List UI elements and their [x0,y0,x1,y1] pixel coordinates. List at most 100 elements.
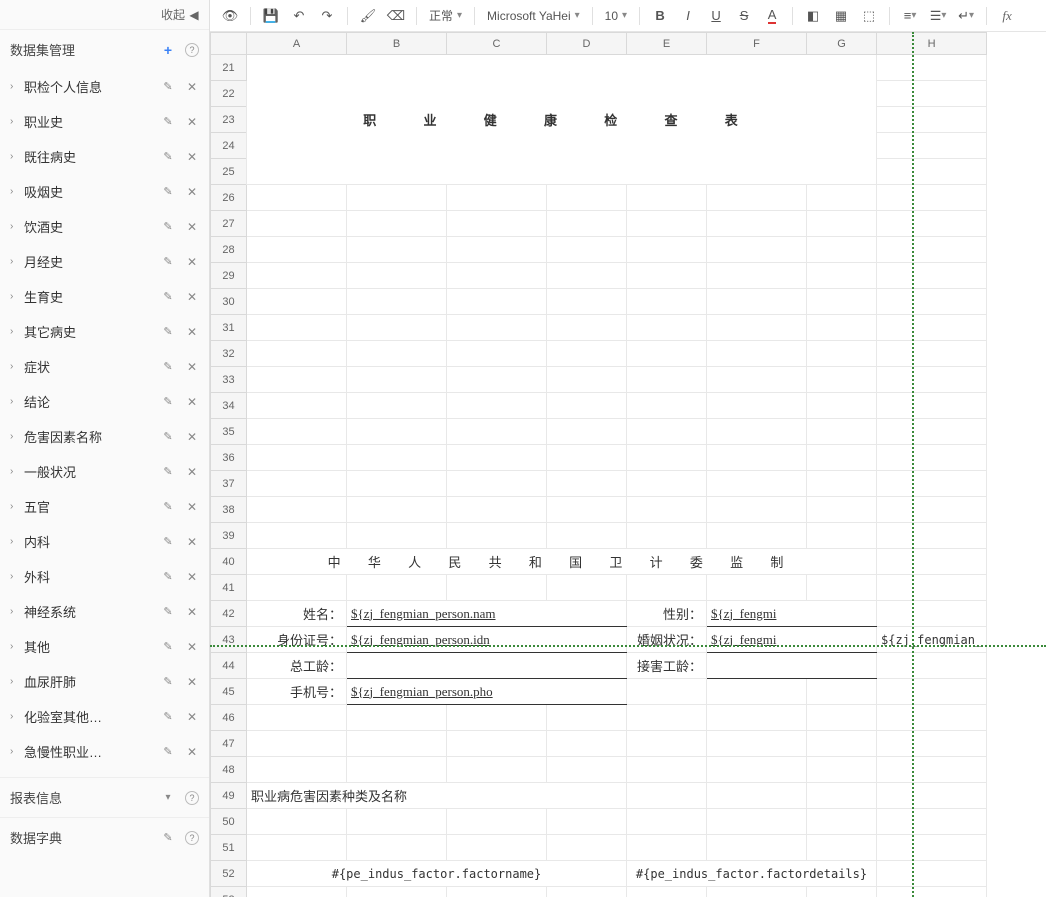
col-header[interactable]: D [547,33,627,55]
pencil-icon[interactable]: ✎ [161,325,175,339]
cell[interactable] [347,731,447,757]
sidebar-item[interactable]: ›内科✎✕ [4,524,205,559]
row-header[interactable]: 27 [211,211,247,237]
sidebar-item[interactable]: ›结论✎✕ [4,384,205,419]
cell[interactable] [547,341,627,367]
cell[interactable] [247,731,347,757]
cell[interactable] [447,445,547,471]
cell[interactable] [807,783,877,809]
sidebar-item[interactable]: ›其他✎✕ [4,629,205,664]
cell[interactable] [807,835,877,861]
pencil-icon[interactable]: ✎ [161,745,175,759]
cell[interactable] [547,523,627,549]
cell[interactable] [807,367,877,393]
cell[interactable] [247,809,347,835]
cell[interactable] [707,809,807,835]
plus-icon[interactable]: + [161,43,175,57]
underline-icon[interactable]: U [704,4,728,28]
cell[interactable] [347,523,447,549]
row-header[interactable]: 51 [211,835,247,861]
row-header[interactable]: 44 [211,653,247,679]
cell[interactable] [877,835,987,861]
cell[interactable] [347,315,447,341]
cell[interactable]: ${zj_fengmian_person.idn [347,627,627,653]
cell[interactable] [707,445,807,471]
cell[interactable] [547,497,627,523]
cell[interactable] [447,315,547,341]
cell[interactable] [347,263,447,289]
pencil-icon[interactable]: ✎ [161,395,175,409]
cell[interactable] [807,445,877,471]
cell[interactable]: 接害工龄： [627,653,707,679]
cell[interactable] [877,81,987,107]
eye-icon[interactable]: 👁 [218,4,242,28]
close-icon[interactable]: ✕ [185,185,199,199]
pencil-icon[interactable]: ✎ [161,80,175,94]
close-icon[interactable]: ✕ [185,220,199,234]
sidebar-item[interactable]: ›饮酒史✎✕ [4,209,205,244]
clear-format-icon[interactable]: ⌫ [384,4,408,28]
cell[interactable] [707,289,807,315]
cell[interactable] [347,211,447,237]
row-header[interactable]: 21 [211,55,247,81]
close-icon[interactable]: ✕ [185,640,199,654]
cell[interactable] [347,237,447,263]
sidebar-item[interactable]: ›急慢性职业…✎✕ [4,734,205,769]
pencil-icon[interactable]: ✎ [161,220,175,234]
cell[interactable] [877,653,987,679]
cell[interactable] [347,289,447,315]
cell[interactable] [447,263,547,289]
row-header[interactable]: 40 [211,549,247,575]
save-icon[interactable]: 💾 [259,4,283,28]
cell[interactable] [247,341,347,367]
cell[interactable] [807,705,877,731]
close-icon[interactable]: ✕ [185,150,199,164]
cell[interactable] [807,315,877,341]
cell[interactable] [877,315,987,341]
cell[interactable] [707,757,807,783]
close-icon[interactable]: ✕ [185,395,199,409]
pencil-icon[interactable]: ✎ [161,465,175,479]
cell[interactable] [707,341,807,367]
cell[interactable] [247,445,347,471]
close-icon[interactable]: ✕ [185,290,199,304]
cell[interactable] [707,237,807,263]
cell[interactable] [807,679,877,705]
cell[interactable] [707,731,807,757]
cell[interactable] [877,263,987,289]
row-header[interactable]: 36 [211,445,247,471]
row-header[interactable]: 35 [211,419,247,445]
cell[interactable] [707,315,807,341]
pencil-icon[interactable]: ✎ [161,115,175,129]
cell[interactable] [627,419,707,445]
cell[interactable] [347,653,627,679]
cell[interactable] [627,315,707,341]
cell[interactable] [247,393,347,419]
pencil-icon[interactable]: ✎ [161,675,175,689]
cell[interactable] [547,887,627,897]
cell[interactable] [547,705,627,731]
col-header[interactable]: B [347,33,447,55]
cell[interactable] [347,445,447,471]
cell[interactable] [627,367,707,393]
cell[interactable] [877,445,987,471]
cell[interactable] [247,289,347,315]
cell[interactable] [877,757,987,783]
sidebar-item[interactable]: ›五官✎✕ [4,489,205,524]
cell[interactable] [807,757,877,783]
cell[interactable]: ${zj_fengmian_person.nam [347,601,627,627]
strike-icon[interactable]: S [732,4,756,28]
format-select[interactable]: 正常 ▾ [425,7,466,24]
cell[interactable]: #{pe_indus_factor.factorname} [247,861,627,887]
cell[interactable] [627,393,707,419]
cell[interactable] [547,731,627,757]
row-header[interactable]: 37 [211,471,247,497]
cell[interactable] [627,809,707,835]
cell[interactable] [247,315,347,341]
cell[interactable] [447,237,547,263]
cell[interactable] [247,471,347,497]
cell[interactable]: 性别： [627,601,707,627]
cell[interactable] [447,185,547,211]
font-select[interactable]: Microsoft YaHei ▾ [483,9,584,23]
cell[interactable] [807,185,877,211]
